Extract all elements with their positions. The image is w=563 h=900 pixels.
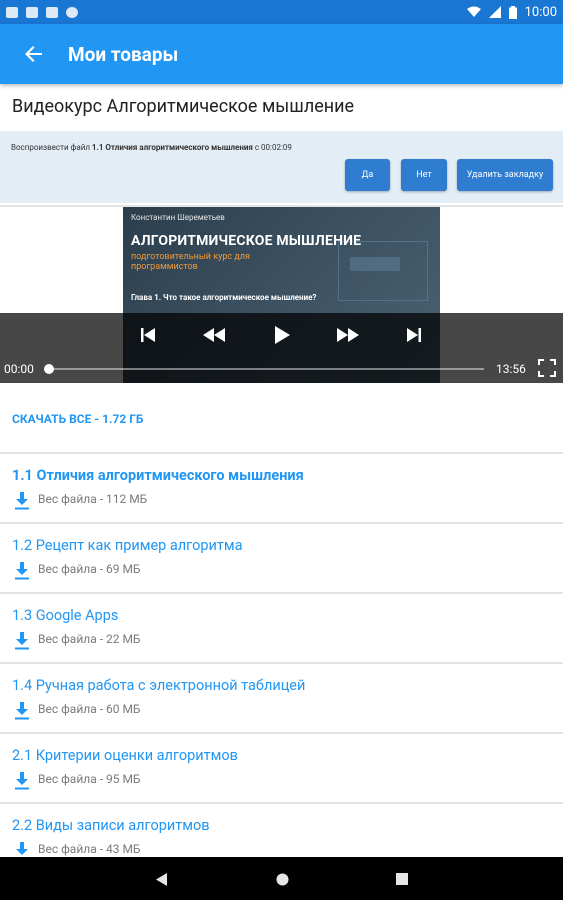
fullscreen-icon [538, 359, 556, 377]
yes-button[interactable]: Да [345, 159, 390, 191]
no-button[interactable]: Нет [401, 159, 447, 191]
skip-previous-icon [141, 328, 155, 342]
download-icon [15, 562, 29, 580]
fast-forward-button[interactable] [330, 321, 366, 349]
navigation-bar [0, 857, 563, 900]
list-item[interactable]: 1.4 Ручная работа с электронной таблицей… [0, 662, 563, 732]
skip-next-icon [407, 328, 421, 342]
signal-icon [488, 6, 501, 18]
seek-bar[interactable] [46, 368, 484, 370]
rewind-icon [203, 328, 225, 342]
download-icon [15, 492, 29, 510]
video-title: АЛГОРИТМИЧЕСКОЕ МЫШЛЕНИЕ [131, 233, 362, 249]
rewind-button[interactable] [196, 321, 232, 349]
list-item[interactable]: 1.1 Отличия алгоритмического мышления Вес… [0, 452, 563, 522]
video-chapter: Глава 1. Что такое алгоритмическое мышле… [131, 293, 317, 302]
list-item[interactable]: 1.2 Рецепт как пример алгоритма Вес файла… [0, 522, 563, 592]
play-button[interactable] [264, 321, 300, 349]
file-size: Вес файла - 43 МБ [38, 842, 141, 856]
course-title: Видеокурс Алгоритмическое мышление [12, 96, 355, 117]
video-player[interactable]: Константин Шереметьев АЛГОРИТМИЧЕСКОЕ МЫ… [0, 207, 563, 383]
nav-back-button[interactable] [152, 869, 172, 889]
file-title[interactable]: 2.2 Виды записи алгоритмов [12, 817, 210, 834]
file-title[interactable]: 1.3 Google Apps [12, 607, 118, 624]
download-button[interactable] [14, 702, 30, 720]
bookmark-banner: Воспроизвести файл 1.1 Отличия алгоритми… [0, 131, 563, 203]
file-size: Вес файла - 112 МБ [38, 492, 148, 506]
notification-icon [26, 6, 38, 18]
file-title[interactable]: 1.1 Отличия алгоритмического мышления [12, 467, 304, 484]
file-size: Вес файла - 22 МБ [38, 632, 141, 646]
back-button[interactable] [6, 24, 62, 84]
file-title[interactable]: 1.2 Рецепт как пример алгоритма [12, 537, 243, 554]
download-button[interactable] [14, 772, 30, 790]
nav-home-icon [276, 873, 288, 885]
download-button[interactable] [14, 562, 30, 580]
nav-recents-icon [396, 873, 408, 885]
notification-icon [6, 6, 18, 18]
bookmark-message: Воспроизвести файл 1.1 Отличия алгоритми… [11, 143, 292, 152]
bookmark-time: с 00:02:09 [252, 143, 292, 152]
video-decoration [350, 257, 400, 271]
file-list: 1.1 Отличия алгоритмического мышления Вес… [0, 452, 563, 872]
download-icon [15, 632, 29, 650]
file-title[interactable]: 1.4 Ручная работа с электронной таблицей [12, 677, 305, 694]
sync-icon [66, 6, 78, 18]
download-all-button[interactable]: СКАЧАТЬ ВСЕ - 1.72 ГБ [12, 412, 143, 426]
download-icon [15, 772, 29, 790]
battery-icon [508, 5, 517, 19]
download-icon [15, 702, 29, 720]
status-bar: 10:00 [0, 0, 563, 24]
file-size: Вес файла - 60 МБ [38, 702, 141, 716]
list-item[interactable]: 2.1 Критерии оценки алгоритмов Вес файла … [0, 732, 563, 802]
bookmark-prefix: Воспроизвести файл [11, 143, 92, 152]
page-title: Мои товары [68, 42, 179, 66]
notification-icons [6, 6, 78, 18]
arrow-left-icon [25, 46, 42, 62]
nav-back-icon [156, 872, 167, 886]
list-item[interactable]: 1.3 Google Apps Вес файла - 22 МБ [0, 592, 563, 662]
play-icon [275, 326, 290, 344]
wifi-icon [466, 6, 481, 17]
fast-forward-icon [337, 328, 359, 342]
skip-previous-button[interactable] [130, 321, 166, 349]
app-bar: Мои товары [0, 24, 563, 84]
file-size: Вес файла - 69 МБ [38, 562, 141, 576]
video-subtitle: подготовительный курс для программистов [131, 252, 250, 272]
current-time: 00:00 [4, 362, 34, 376]
download-button[interactable] [14, 632, 30, 650]
video-author: Константин Шереметьев [131, 213, 225, 222]
delete-bookmark-button[interactable]: Удалить закладку [457, 159, 553, 191]
skip-next-button[interactable] [396, 321, 432, 349]
file-title[interactable]: 2.1 Критерии оценки алгоритмов [12, 747, 238, 764]
bookmark-file: 1.1 Отличия алгоритмического мышления [91, 143, 253, 152]
clock: 10:00 [524, 4, 557, 20]
nav-recents-button[interactable] [392, 869, 412, 889]
fullscreen-button[interactable] [538, 359, 556, 377]
nav-home-button[interactable] [272, 869, 292, 889]
seek-thumb[interactable] [44, 364, 54, 374]
file-size: Вес файла - 95 МБ [38, 772, 141, 786]
duration: 13:56 [496, 362, 526, 376]
video-decoration [338, 241, 428, 301]
sd-card-icon [46, 6, 58, 18]
download-button[interactable] [14, 492, 30, 510]
